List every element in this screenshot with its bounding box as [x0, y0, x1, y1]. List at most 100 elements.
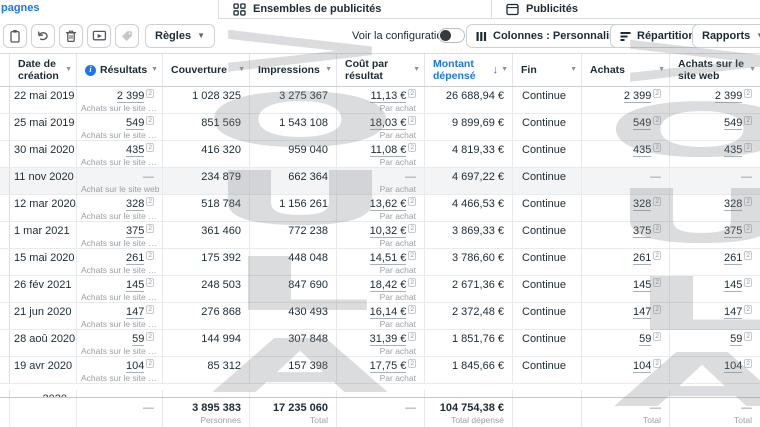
- cell-cost: 11,13 €2Par achat: [337, 87, 425, 113]
- metric-value-link[interactable]: 328: [724, 198, 742, 211]
- sort-desc-arrow-icon: ↓: [493, 64, 499, 77]
- metric-value-link[interactable]: 435: [724, 144, 742, 157]
- column-header-purchases[interactable]: Achats▼: [582, 54, 670, 86]
- metric-value-link[interactable]: 328: [633, 198, 651, 211]
- metric-value-link[interactable]: 147: [724, 306, 742, 319]
- metric-value-link[interactable]: 104: [126, 360, 144, 373]
- metric-value-link[interactable]: 104: [633, 360, 651, 373]
- metric-value-link[interactable]: 549: [633, 117, 651, 130]
- metric-value-link[interactable]: 59: [730, 333, 742, 346]
- column-header-cost[interactable]: Coût par résultat▼: [337, 54, 425, 86]
- cell-impressions: 1 156 261: [250, 195, 337, 221]
- tag-button[interactable]: [115, 24, 139, 48]
- ads-manager-window: pagnes Ensembles de publicités Publicité…: [0, 0, 760, 427]
- metric-value-link[interactable]: 147: [126, 306, 144, 319]
- metric-value-link[interactable]: 2 399: [624, 90, 652, 103]
- metric-value-link[interactable]: 549: [724, 117, 742, 130]
- table-row[interactable]: 30 mai 20204352Achats sur le site …416 3…: [0, 141, 760, 168]
- metric-value-link[interactable]: 435: [633, 144, 651, 157]
- cell-reach: 85 312: [163, 357, 250, 383]
- metric-value-link[interactable]: 261: [126, 252, 144, 265]
- metric-value-link[interactable]: 261: [633, 252, 651, 265]
- cell-results: 1452Achats sur le site …: [77, 276, 163, 302]
- attribution-marker: 2: [653, 143, 661, 152]
- metric-value-link[interactable]: 375: [633, 225, 651, 238]
- tab-adsets[interactable]: Ensembles de publicités: [219, 0, 491, 18]
- metric-value-link[interactable]: 145: [724, 279, 742, 292]
- metric-value-link[interactable]: 17,75 €: [370, 360, 407, 373]
- metric-value-link[interactable]: 435: [126, 144, 144, 157]
- attribution-marker: 2: [408, 359, 416, 368]
- cell-end: Continue: [513, 357, 582, 383]
- cell-impressions: 662 364: [250, 168, 337, 194]
- metric-value-link[interactable]: 549: [126, 117, 144, 130]
- cell-web-purchases: —: [670, 168, 760, 194]
- column-header-impressions[interactable]: Impressions▼: [250, 54, 337, 86]
- attribution-marker: 2: [146, 143, 154, 152]
- table-row[interactable]: 11 nov 2020—Achat sur le site web234 879…: [0, 168, 760, 195]
- tab-campaigns-partial[interactable]: pagnes: [1, 2, 40, 14]
- reports-button[interactable]: Rapports ▼: [692, 24, 760, 48]
- table-row[interactable]: 28 aoû 2020592Achats sur le site …144 99…: [0, 330, 760, 357]
- cell-web-purchases: 5492: [670, 114, 760, 140]
- table-row[interactable]: 1 mar 20213752Achats sur le site …361 46…: [0, 222, 760, 249]
- attribution-marker: 2: [744, 197, 752, 206]
- duplicate-button[interactable]: [3, 24, 27, 48]
- metric-value-link[interactable]: 18,42 €: [370, 279, 407, 292]
- attribution-marker: 2: [146, 359, 154, 368]
- table-row[interactable]: 12 mar 20203282Achats sur le site …518 7…: [0, 195, 760, 222]
- metric-value-link[interactable]: 147: [633, 306, 651, 319]
- metric-value-link[interactable]: 16,14 €: [370, 306, 407, 319]
- undo-button[interactable]: [31, 24, 55, 48]
- table-row[interactable]: 15 mai 20202612Achats sur le site …175 3…: [0, 249, 760, 276]
- attribution-marker: 2: [408, 251, 416, 260]
- sort-caret-icon: ▼: [658, 66, 665, 74]
- metric-value-link[interactable]: 375: [126, 225, 144, 238]
- table-row[interactable]: 21 jun 20201472Achats sur le site …276 8…: [0, 303, 760, 330]
- table-row[interactable]: 26 fév 20211452Achats sur le site …248 5…: [0, 276, 760, 303]
- metric-value-link[interactable]: 2 399: [117, 90, 145, 103]
- metric-value-link[interactable]: 104: [724, 360, 742, 373]
- column-header-spent[interactable]: Montant dépensé ↓ ▼: [425, 54, 513, 86]
- metric-value-link[interactable]: 11,08 €: [370, 144, 406, 157]
- attribution-marker: 2: [146, 305, 154, 314]
- metric-value-link[interactable]: 145: [633, 279, 651, 292]
- view-setup-toggle[interactable]: [438, 28, 465, 43]
- metric-value-link[interactable]: 11,13 €: [370, 90, 406, 103]
- cell-end: Continue: [513, 222, 582, 248]
- metric-value-link[interactable]: 59: [639, 333, 651, 346]
- ab-test-button[interactable]: [87, 24, 111, 48]
- table-row[interactable]: 22 mai 20192 3992Achats sur le site …1 0…: [0, 87, 760, 114]
- metric-value-link[interactable]: 2 399: [715, 90, 743, 103]
- column-header-reach[interactable]: Couverture▼: [163, 54, 250, 86]
- metric-value-link[interactable]: 145: [126, 279, 144, 292]
- metric-value-link[interactable]: 18,03 €: [370, 117, 407, 130]
- delete-button[interactable]: [59, 24, 83, 48]
- metric-value-link[interactable]: 328: [126, 198, 144, 211]
- metric-value-link[interactable]: 59: [132, 333, 144, 346]
- metric-value-link[interactable]: 31,39 €: [370, 333, 407, 346]
- attribution-marker: 2: [744, 224, 752, 233]
- cell-date: 28 aoû 2020: [10, 330, 77, 356]
- column-header-web-purchases[interactable]: Achats sur le site web▼: [670, 54, 760, 86]
- metric-value-link[interactable]: 14,51 €: [370, 252, 407, 265]
- cell-impressions: 157 398: [250, 357, 337, 383]
- metric-value-link[interactable]: 261: [724, 252, 742, 265]
- attribution-marker: 2: [408, 197, 416, 206]
- cell-cost: 13,62 €2Par achat: [337, 195, 425, 221]
- metric-value-link[interactable]: 13,62 €: [370, 198, 407, 211]
- column-header-results[interactable]: i Résultats▼: [77, 54, 163, 86]
- attribution-marker: 2: [408, 332, 416, 341]
- column-header-date[interactable]: Date de création▼: [10, 54, 77, 86]
- tab-ads[interactable]: Publicités: [491, 0, 760, 18]
- attribution-marker: 2: [744, 305, 752, 314]
- table-row[interactable]: 25 mai 20195492Achats sur le site …851 5…: [0, 114, 760, 141]
- table-body: 22 mai 20192 3992Achats sur le site …1 0…: [0, 87, 760, 384]
- sort-caret-icon: ▼: [749, 66, 756, 74]
- rules-button[interactable]: Règles ▼: [145, 24, 215, 48]
- metric-value-link[interactable]: 375: [724, 225, 742, 238]
- column-header-end[interactable]: Fin▼: [513, 54, 582, 86]
- table-row[interactable]: 19 avr 20201042Achats sur le site …85 31…: [0, 357, 760, 384]
- attribution-marker: 2: [744, 89, 752, 98]
- metric-value-link[interactable]: 10,32 €: [370, 225, 407, 238]
